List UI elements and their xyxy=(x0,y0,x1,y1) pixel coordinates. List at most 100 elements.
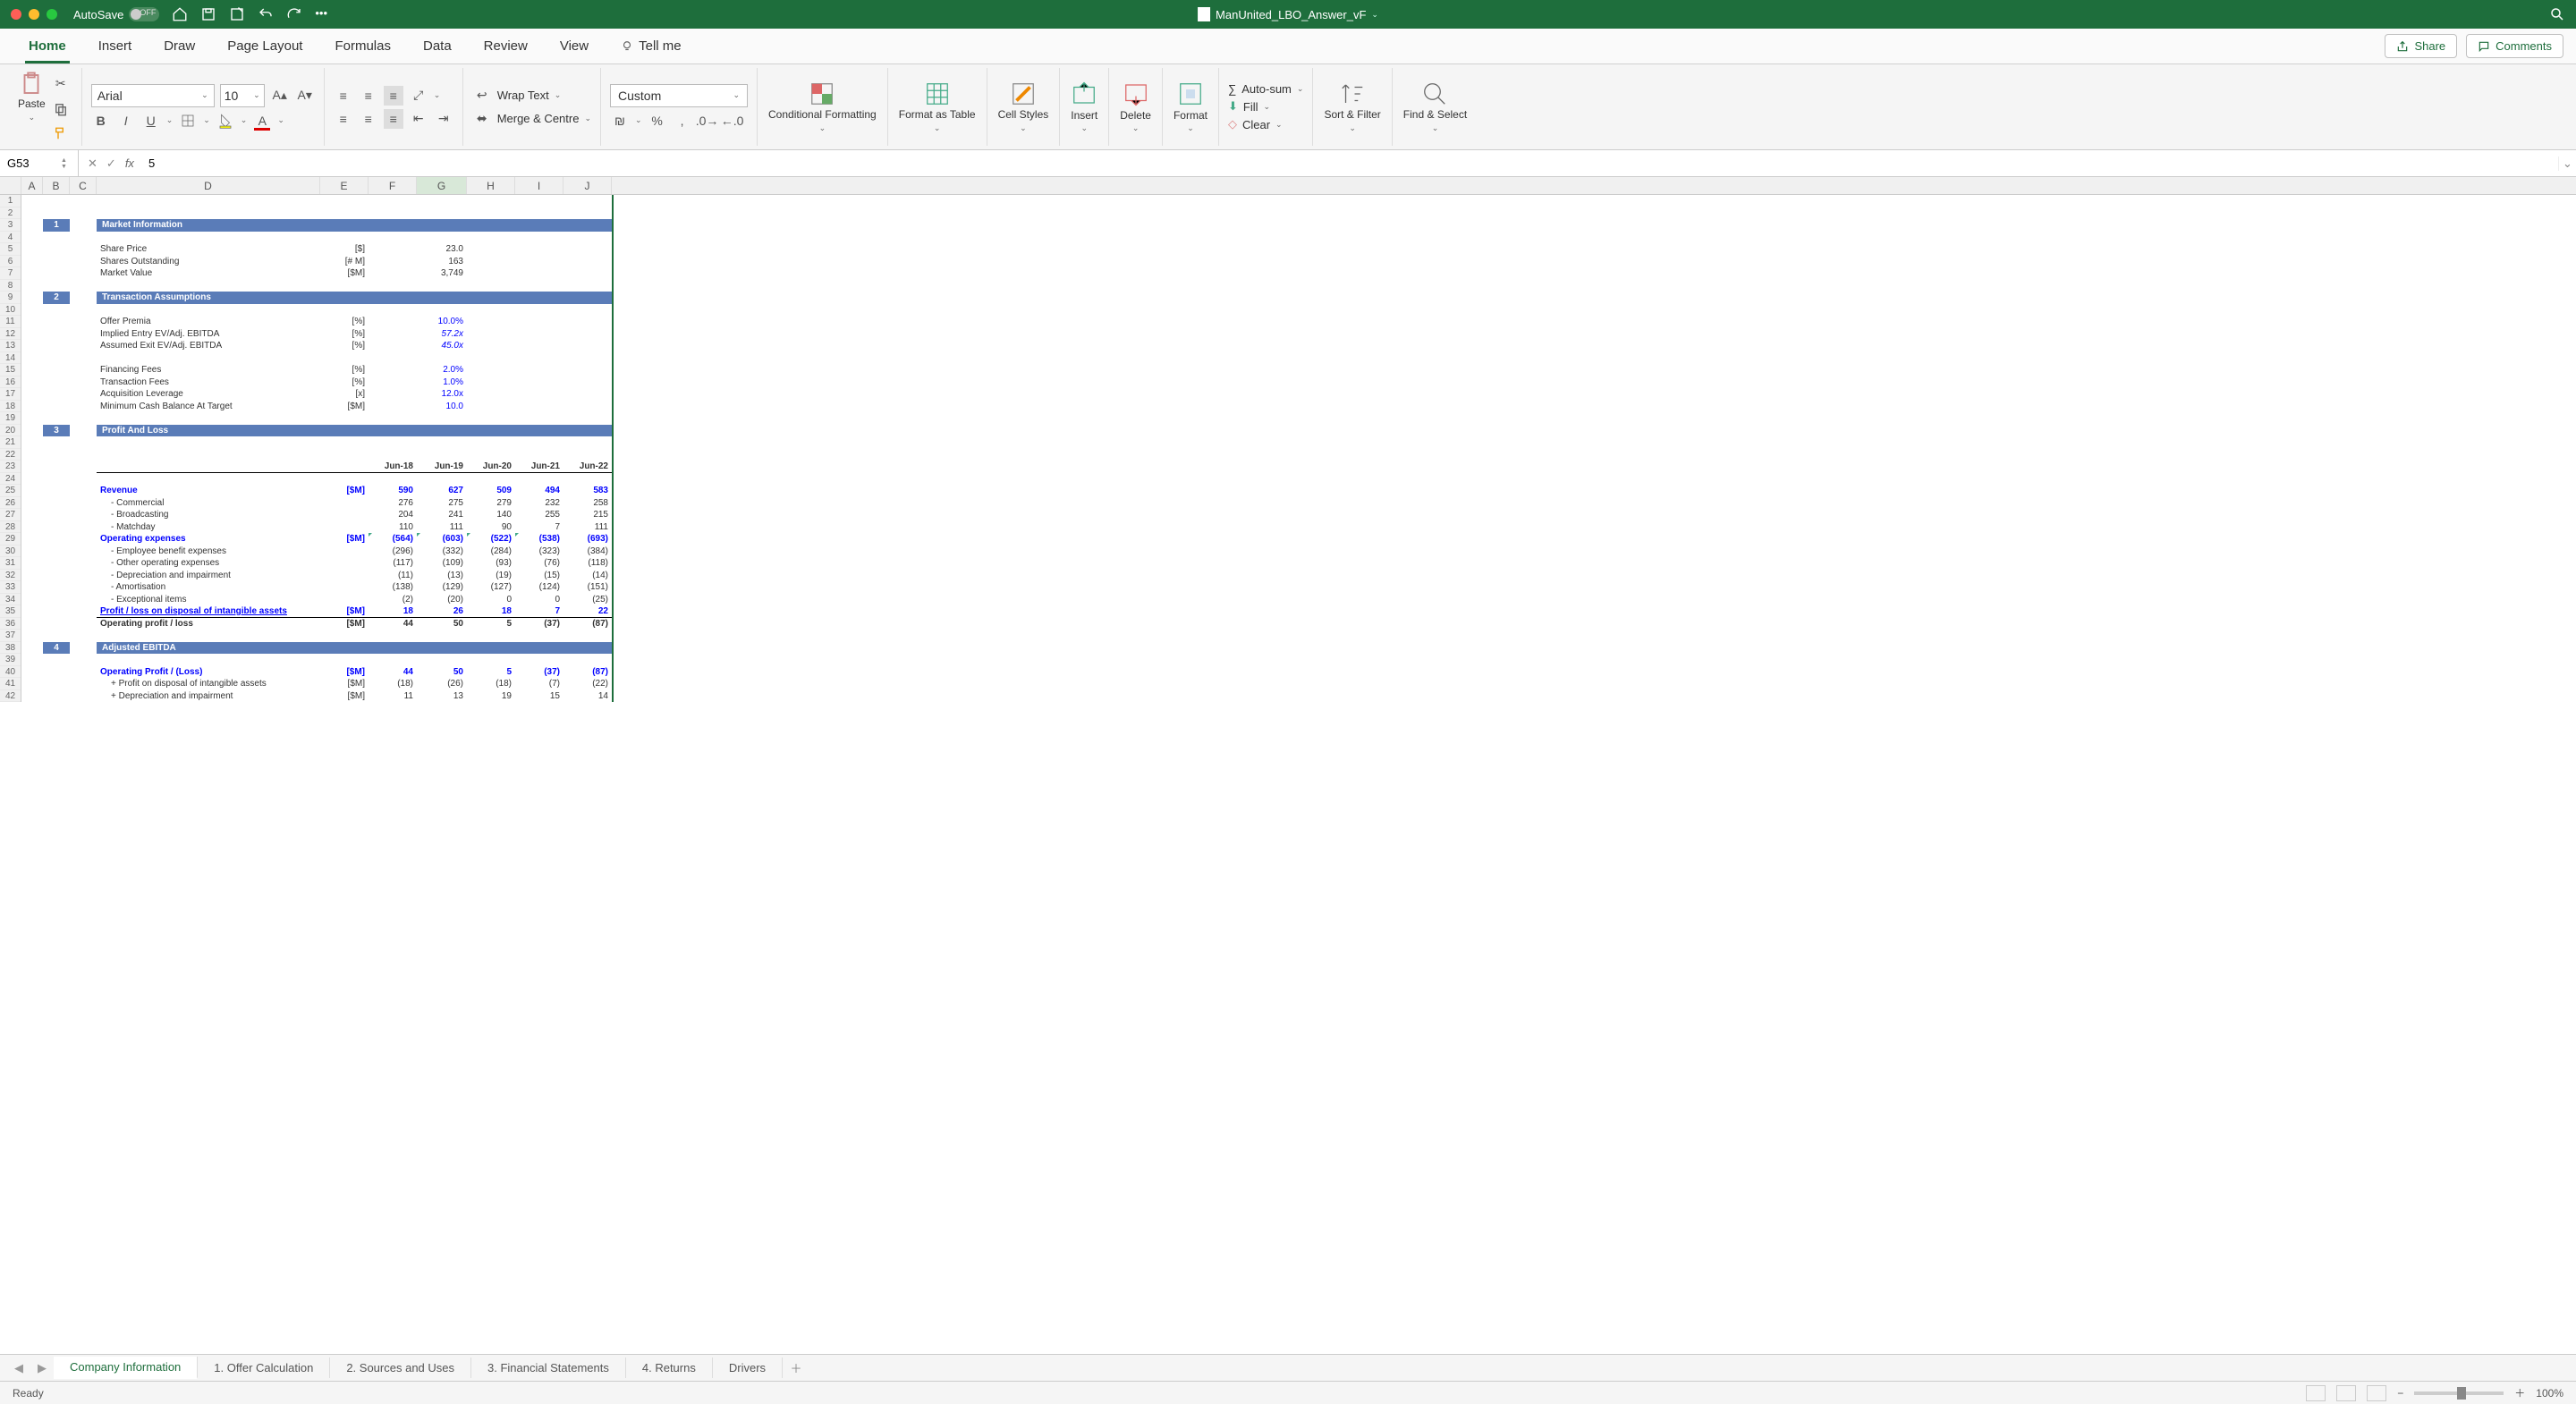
row-header[interactable]: 42 xyxy=(0,690,21,703)
cell[interactable]: 275 xyxy=(417,497,467,510)
name-box-stepper-icon[interactable]: ▲▼ xyxy=(61,157,67,170)
wrap-text-button[interactable]: ↩Wrap Text⌄ xyxy=(472,86,591,106)
cell[interactable]: 255 xyxy=(515,509,564,521)
cell[interactable]: Assumed Exit EV/Adj. EBITDA xyxy=(97,340,320,352)
autosave-toggle[interactable]: AutoSave OFF xyxy=(73,7,159,21)
sort-filter-button[interactable]: Sort & Filter⌄ xyxy=(1313,68,1392,146)
cell[interactable]: 10.0 xyxy=(417,401,467,413)
row-header[interactable]: 36 xyxy=(0,618,21,630)
cell[interactable]: (26) xyxy=(417,678,467,690)
cell[interactable]: [%] xyxy=(320,376,369,389)
cell[interactable]: [$M] xyxy=(320,666,369,679)
align-left-icon[interactable]: ≡ xyxy=(334,109,353,129)
cell[interactable]: (564) xyxy=(369,533,417,546)
decrease-font-icon[interactable]: A▾ xyxy=(295,86,315,106)
row-header[interactable]: 3 xyxy=(0,219,21,232)
toggle-icon[interactable]: OFF xyxy=(129,7,159,21)
cell[interactable]: 111 xyxy=(417,521,467,534)
zoom-level[interactable]: 100% xyxy=(2536,1387,2563,1400)
percent-icon[interactable]: % xyxy=(648,111,667,131)
cell[interactable]: 2.0% xyxy=(417,364,467,376)
col-header[interactable]: A xyxy=(21,177,43,194)
select-all-corner[interactable] xyxy=(0,177,21,194)
conditional-formatting-button[interactable]: Conditional Formatting⌄ xyxy=(758,68,888,146)
row-header[interactable]: 40 xyxy=(0,666,21,679)
cell[interactable]: 232 xyxy=(515,497,564,510)
tab-page-layout[interactable]: Page Layout xyxy=(211,29,318,63)
minimize-window-icon[interactable] xyxy=(29,9,39,20)
cell[interactable]: 258 xyxy=(564,497,612,510)
cell[interactable]: 3,749 xyxy=(417,267,467,280)
tab-insert[interactable]: Insert xyxy=(82,29,148,63)
increase-font-icon[interactable]: A▴ xyxy=(270,86,290,106)
align-center-icon[interactable]: ≡ xyxy=(359,109,378,129)
row-header[interactable]: 1 xyxy=(0,195,21,207)
row-header[interactable]: 17 xyxy=(0,388,21,401)
cell[interactable]: (118) xyxy=(564,557,612,570)
home-icon[interactable] xyxy=(172,6,188,22)
cell[interactable]: Jun-21 xyxy=(515,461,564,473)
cell[interactable]: 111 xyxy=(564,521,612,534)
autosum-button[interactable]: ∑Auto-sum⌄ xyxy=(1228,82,1303,96)
row-header[interactable]: 13 xyxy=(0,340,21,352)
row-header[interactable]: 11 xyxy=(0,316,21,328)
cell[interactable]: (22) xyxy=(564,678,612,690)
cell[interactable]: 0 xyxy=(515,594,564,606)
sheet-tab-financial-statements[interactable]: 3. Financial Statements xyxy=(471,1357,626,1378)
cell[interactable]: 50 xyxy=(417,618,467,630)
cell[interactable]: Offer Premia xyxy=(97,316,320,328)
row-header[interactable]: 31 xyxy=(0,557,21,570)
cell[interactable]: (19) xyxy=(467,570,515,582)
cell[interactable]: Jun-19 xyxy=(417,461,467,473)
cancel-formula-icon[interactable]: ✕ xyxy=(88,156,97,171)
cell[interactable]: (284) xyxy=(467,546,515,558)
sheet-tab-sources-uses[interactable]: 2. Sources and Uses xyxy=(330,1357,471,1378)
sheet-tab-company-information[interactable]: Company Information xyxy=(54,1357,198,1379)
cell[interactable]: Jun-20 xyxy=(467,461,515,473)
cell[interactable]: 5 xyxy=(467,618,515,630)
cells-area[interactable]: 1Market Information Share Price[$]23.0 S… xyxy=(21,195,612,702)
cell[interactable]: Operating Profit / (Loss) xyxy=(97,666,320,679)
cell[interactable]: 15 xyxy=(515,690,564,703)
cell[interactable]: [%] xyxy=(320,316,369,328)
cell[interactable]: + Profit on disposal of intangible asset… xyxy=(97,678,320,690)
cell[interactable]: (522) xyxy=(467,533,515,546)
comma-icon[interactable]: , xyxy=(673,111,692,131)
page-break-view-icon[interactable] xyxy=(2367,1385,2386,1401)
fx-icon[interactable]: fx xyxy=(125,156,134,170)
bold-button[interactable]: B xyxy=(91,111,111,131)
name-box-input[interactable] xyxy=(7,156,61,170)
save-icon[interactable] xyxy=(200,6,216,22)
cell[interactable]: (37) xyxy=(515,618,564,630)
cell[interactable]: Operating profit / loss xyxy=(97,618,320,630)
cell[interactable]: (15) xyxy=(515,570,564,582)
add-sheet-button[interactable]: ＋ xyxy=(783,1359,809,1376)
find-select-button[interactable]: Find & Select⌄ xyxy=(1393,68,1478,146)
italic-button[interactable]: I xyxy=(116,111,136,131)
row-header[interactable]: 14 xyxy=(0,352,21,365)
cell[interactable]: 204 xyxy=(369,509,417,521)
cell[interactable]: 12.0x xyxy=(417,388,467,401)
cell[interactable]: (109) xyxy=(417,557,467,570)
cell[interactable]: [# M] xyxy=(320,256,369,268)
cell[interactable]: - Amortisation xyxy=(97,581,320,594)
cell[interactable]: 279 xyxy=(467,497,515,510)
cell[interactable]: 241 xyxy=(417,509,467,521)
cell[interactable]: [$M] xyxy=(320,690,369,703)
align-middle-icon[interactable]: ≡ xyxy=(359,86,378,106)
cell[interactable]: [%] xyxy=(320,328,369,341)
normal-view-icon[interactable] xyxy=(2306,1385,2326,1401)
chevron-down-icon[interactable]: ⌄ xyxy=(1371,10,1378,20)
tab-draw[interactable]: Draw xyxy=(148,29,211,63)
underline-button[interactable]: U xyxy=(141,111,161,131)
row-header[interactable]: 6 xyxy=(0,256,21,268)
cell[interactable]: 11 xyxy=(369,690,417,703)
cell[interactable]: [$] xyxy=(320,243,369,256)
cell[interactable]: 494 xyxy=(515,485,564,497)
cell[interactable]: - Employee benefit expenses xyxy=(97,546,320,558)
row-header[interactable]: 37 xyxy=(0,630,21,642)
decrease-indent-icon[interactable]: ⇤ xyxy=(409,109,428,129)
row-header[interactable]: 28 xyxy=(0,521,21,534)
tab-view[interactable]: View xyxy=(544,29,605,63)
cell[interactable]: (14) xyxy=(564,570,612,582)
